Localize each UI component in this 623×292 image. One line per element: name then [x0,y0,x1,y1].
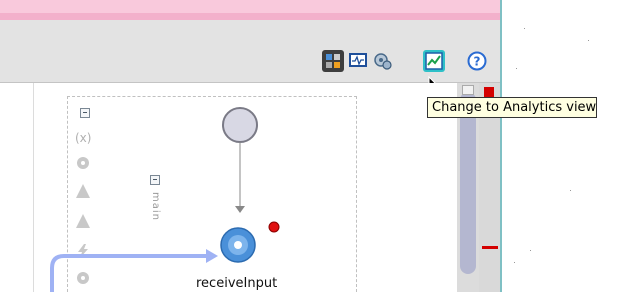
start-node [222,107,258,143]
monitor-view-icon [349,53,367,67]
scrollbar-thumb[interactable] [460,92,476,274]
analytics-view-icon [425,52,443,70]
top-banner [0,0,500,20]
adjacent-pane [500,0,623,292]
analytics-view-tooltip: Change to Analytics view [427,97,598,118]
scroll-up-button[interactable] [462,85,474,95]
flow-graphics [50,107,280,292]
structure-view-button[interactable] [322,50,344,72]
error-indicator [268,221,280,233]
help-icon: ? [467,51,487,71]
integration-view-icon [374,53,392,70]
structure-view-icon [326,54,340,68]
integration-view-button[interactable] [372,50,394,72]
svg-text:?: ? [474,55,481,69]
error-marker[interactable] [484,87,494,97]
monitor-view-button[interactable] [347,50,369,72]
error-marker[interactable] [482,246,498,249]
analytics-view-button[interactable] [423,50,445,72]
help-button[interactable]: ? [466,50,488,72]
activity-label[interactable]: receiveInput [196,276,277,291]
